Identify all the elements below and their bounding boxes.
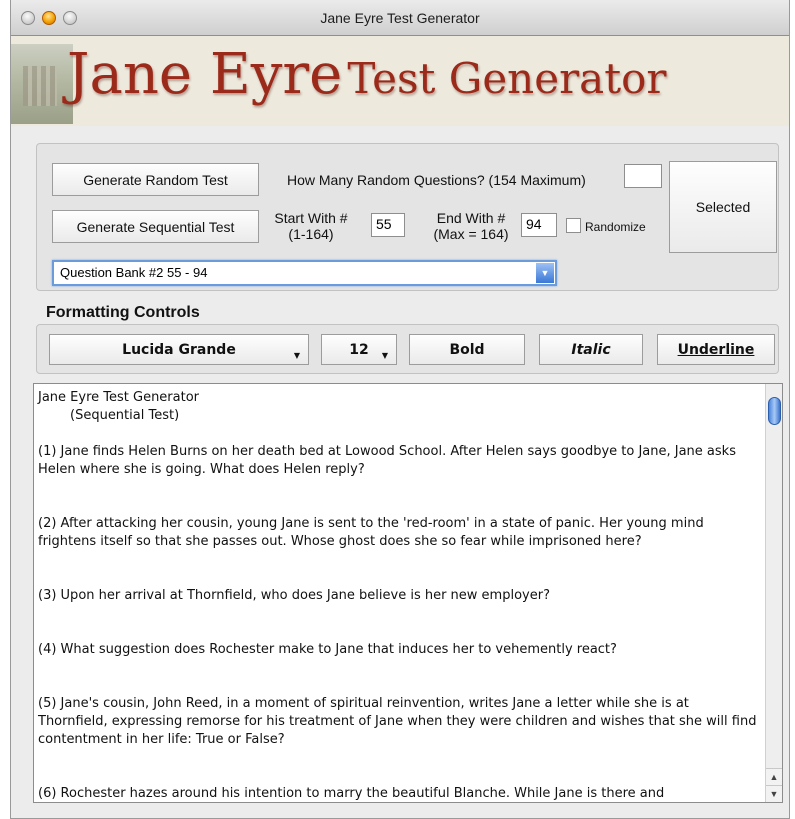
document-subheading: (Sequential Test) <box>70 408 180 423</box>
underline-button[interactable]: Underline <box>657 334 775 365</box>
window-title: Jane Eyre Test Generator <box>320 10 480 26</box>
test-output-text: Jane Eyre Test Generator (Sequential Tes… <box>38 389 760 802</box>
font-size-popup[interactable]: 12 ▼ <box>321 334 397 365</box>
end-with-label: End With # (Max = 164) <box>421 210 521 242</box>
random-questions-label: How Many Random Questions? (154 Maximum) <box>287 172 586 188</box>
test-controls-panel: Generate Random Test How Many Random Que… <box>36 143 779 291</box>
question-bank-selected-value: Question Bank #2 55 - 94 <box>60 265 208 280</box>
formatting-controls-heading: Formatting Controls <box>46 304 200 321</box>
start-with-label-line2: (1-164) <box>288 226 334 242</box>
scroll-up-arrow-icon[interactable]: ▲ <box>766 768 782 785</box>
font-size-value: 12 <box>349 341 369 358</box>
question-bank-select[interactable]: Question Bank #2 55 - 94 ▼ <box>52 260 557 286</box>
start-with-input[interactable]: 55 <box>371 213 405 237</box>
question-4: (4) What suggestion does Rochester make … <box>38 642 617 657</box>
banner-title-sub: Test Generator <box>347 54 667 103</box>
header-banner: Jane Eyre Test Generator <box>11 36 789 126</box>
randomize-label: Randomize <box>585 220 646 234</box>
start-with-label-line1: Start With # <box>274 210 348 226</box>
chevron-down-icon: ▼ <box>293 351 300 360</box>
italic-button[interactable]: Italic <box>539 334 643 365</box>
start-with-label: Start With # (1-164) <box>271 210 351 242</box>
chevron-down-icon: ▼ <box>381 351 388 360</box>
chevron-down-icon[interactable]: ▼ <box>536 263 554 283</box>
question-3: (3) Upon her arrival at Thornfield, who … <box>38 588 550 603</box>
generate-sequential-test-button[interactable]: Generate Sequential Test <box>52 210 259 243</box>
title-bar[interactable]: Jane Eyre Test Generator <box>11 0 789 36</box>
end-with-label-line1: End With # <box>436 210 506 226</box>
randomize-checkbox[interactable] <box>566 218 581 233</box>
generate-random-test-button[interactable]: Generate Random Test <box>52 163 259 196</box>
random-questions-input[interactable] <box>624 164 662 188</box>
scroll-thumb[interactable] <box>768 397 781 425</box>
question-5: (5) Jane's cousin, John Reed, in a momen… <box>38 696 757 747</box>
question-6: (6) Rochester hazes around his intention… <box>38 786 665 801</box>
end-with-label-line2: (Max = 164) <box>433 226 509 242</box>
banner-title: Jane Eyre Test Generator <box>67 42 666 107</box>
banner-photo-image <box>11 44 73 124</box>
vertical-scrollbar[interactable]: ▲ ▼ <box>765 384 782 802</box>
end-with-input[interactable]: 94 <box>521 213 557 237</box>
question-2: (2) After attacking her cousin, young Ja… <box>38 516 704 549</box>
formatting-controls-panel: Lucida Grande ▼ 12 ▼ Bold Italic Underli… <box>36 324 779 374</box>
font-family-popup[interactable]: Lucida Grande ▼ <box>49 334 309 365</box>
bold-button[interactable]: Bold <box>409 334 525 365</box>
scroll-down-arrow-icon[interactable]: ▼ <box>766 785 782 802</box>
banner-title-main: Jane Eyre <box>67 42 343 107</box>
test-output-textarea[interactable]: Jane Eyre Test Generator (Sequential Tes… <box>33 383 783 803</box>
question-1: (1) Jane finds Helen Burns on her death … <box>38 444 736 477</box>
font-family-value: Lucida Grande <box>122 341 236 358</box>
app-window: Jane Eyre Test Generator Jane Eyre Test … <box>10 0 790 819</box>
document-heading: Jane Eyre Test Generator <box>38 390 200 405</box>
selected-button[interactable]: Selected <box>669 161 777 253</box>
